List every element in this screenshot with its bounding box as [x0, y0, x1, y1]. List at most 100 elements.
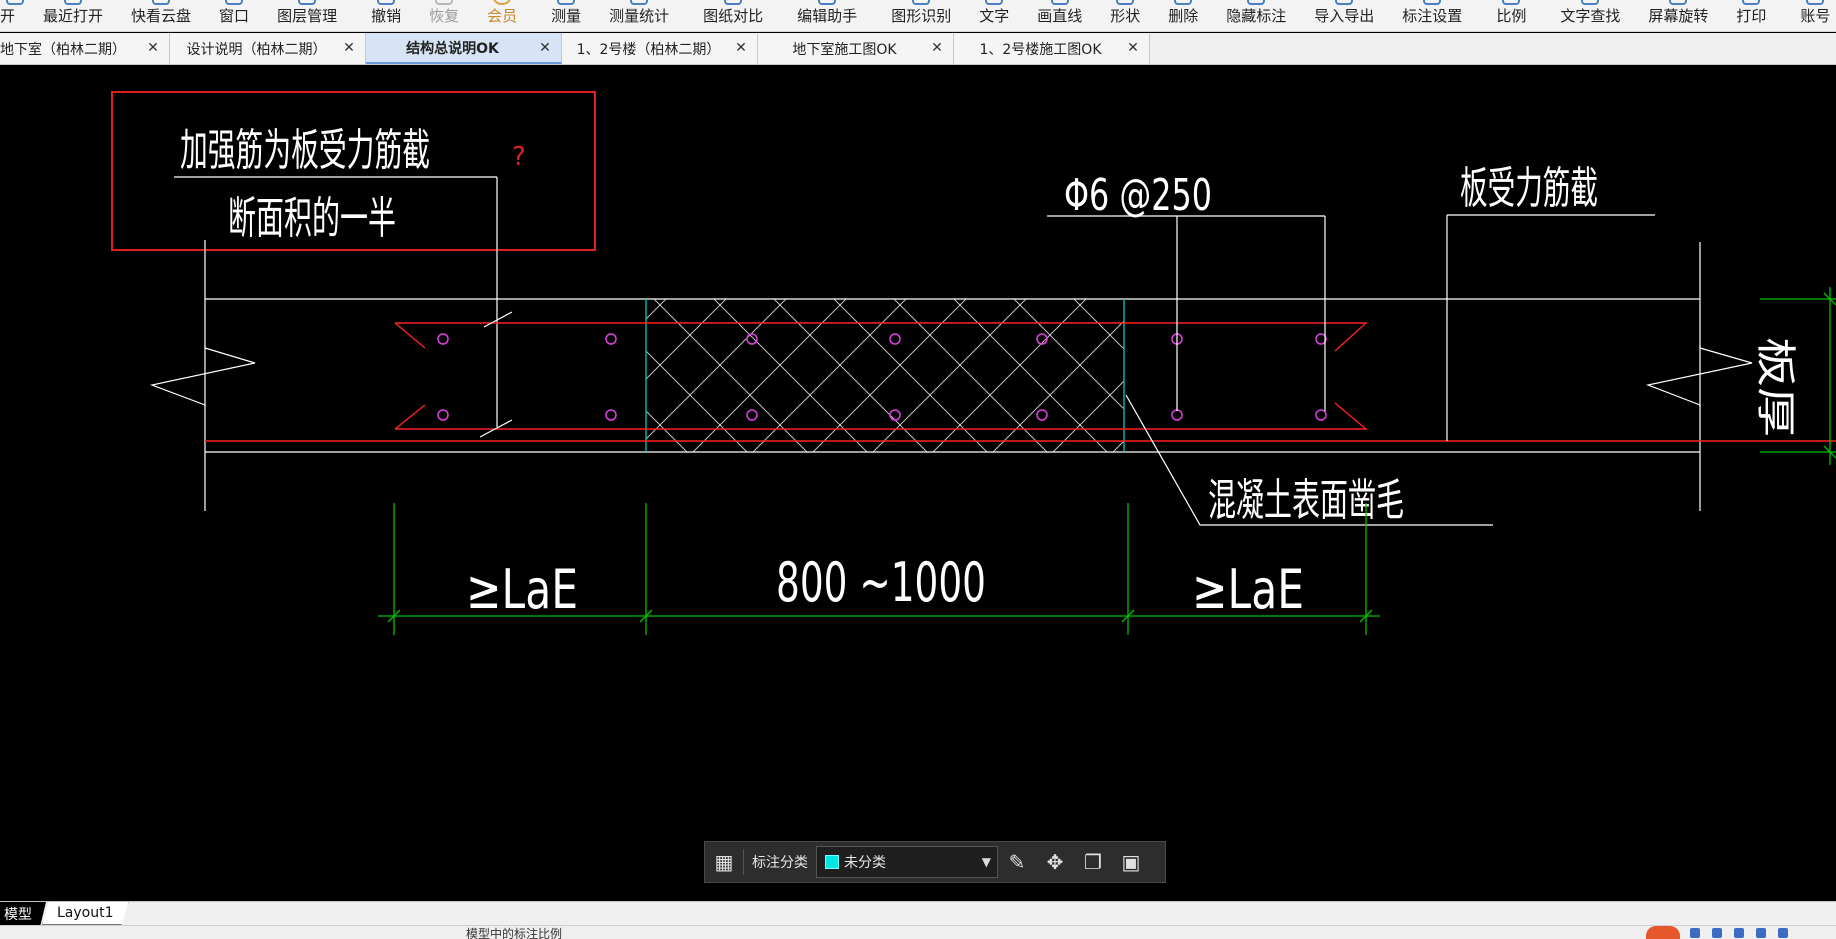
toolbar-button-label: 屏幕旋转 [1648, 7, 1709, 25]
toolbar-button-label: 窗口 [219, 7, 250, 25]
close-icon[interactable]: ✕ [1125, 40, 1141, 56]
toolbar-button-7[interactable]: 会员 [473, 0, 531, 31]
drawing-tab-bar: 地下室（柏林二期） ✕ 设计说明（柏林二期） ✕ 结构总说明OK ✕ 1、2号楼（柏林二期）… [0, 33, 1836, 65]
toolbar-button-12[interactable]: 图形识别 [877, 0, 965, 31]
drawing-tab-3[interactable]: 1、2号楼（柏林二期） ✕ [562, 33, 758, 64]
tray-icon[interactable] [1778, 928, 1788, 938]
top-bar-left-hook [394, 322, 426, 349]
toolbar-button-label: 会员 [487, 7, 518, 25]
drawing-tab-label: 1、2号楼（柏林二期） [576, 41, 721, 58]
toolbar-button-label: 画直线 [1037, 7, 1083, 25]
toolbar-icon [630, 0, 649, 5]
category-selected-value: 未分类 [844, 855, 886, 871]
annotation-category-label: 标注分类 [752, 855, 808, 871]
close-icon[interactable]: ✕ [537, 40, 553, 56]
toolbar-button-label: 最近打开 [43, 7, 104, 25]
annotation-category-select[interactable]: 未分类 ▼ [816, 846, 998, 878]
toolbar-icon [1423, 0, 1442, 5]
toolbar-button-5[interactable]: 撤销 [357, 0, 415, 31]
toolbar-button-0[interactable]: 开 [0, 0, 29, 31]
tray-icon[interactable] [1712, 928, 1722, 938]
copy-icon[interactable]: ❐ [1074, 842, 1112, 882]
tray-icon[interactable] [1690, 928, 1700, 938]
status-bar: 模型中的标注比例 [0, 925, 1836, 939]
edit-annotation-icon[interactable]: ✎ [998, 842, 1036, 882]
toolbar-button-2[interactable]: 快看云盘 [117, 0, 205, 31]
toolbar-button-15[interactable]: 形状 [1096, 0, 1154, 31]
leader-tick-top [483, 311, 513, 328]
slab-rebar-label: 板受力筋截 [1460, 163, 1598, 214]
paste-icon[interactable]: ▣ [1112, 842, 1150, 882]
toolbar-button-label: 恢复 [429, 7, 460, 25]
toolbar-button-18[interactable]: 导入导出 [1300, 0, 1388, 31]
toolbar-button-1[interactable]: 最近打开 [29, 0, 117, 31]
toolbar-button-9[interactable]: 测量统计 [595, 0, 683, 31]
toolbar-icon [5, 0, 24, 5]
drawing-tab-5[interactable]: 1、2号楼施工图OK ✕ [954, 33, 1150, 64]
category-color-swatch [825, 855, 839, 869]
drawing-tab-4[interactable]: 地下室施工图OK ✕ [758, 33, 954, 64]
toolbar-icon [1116, 0, 1135, 5]
toolbar-button-label: 撤销 [371, 7, 402, 25]
toolbar-button-23[interactable]: 打印 [1722, 0, 1780, 31]
toolbar-button-label: 图纸对比 [703, 7, 764, 25]
move-icon[interactable]: ✥ [1036, 842, 1074, 882]
drawing-svg[interactable]: 加强筋为板受力筋截 断面积的一半 ? Φ6 @250 板受力筋截 混凝土表面凿毛… [0, 65, 1836, 901]
tray-icon[interactable] [1756, 928, 1766, 938]
toolbar-button-22[interactable]: 屏幕旋转 [1634, 0, 1722, 31]
drawing-tab-2[interactable]: 结构总说明OK ✕ [366, 33, 562, 64]
toolbar-button-14[interactable]: 画直线 [1023, 0, 1096, 31]
ime-logo-icon[interactable] [1646, 926, 1680, 939]
toolbar-icon [912, 0, 931, 5]
toolbar-button-13[interactable]: 文字 [965, 0, 1023, 31]
toolbar-icon [1050, 0, 1069, 5]
close-icon[interactable]: ✕ [145, 40, 161, 56]
toolbar-button-label: 图层管理 [277, 7, 338, 25]
drawing-tab-label: 设计说明（柏林二期） [186, 41, 327, 58]
toolbar-icon [1669, 0, 1688, 5]
toolbar-button-24[interactable]: 账号 [1786, 0, 1836, 31]
toolbar-icon [435, 0, 454, 5]
grid-layout-icon[interactable]: ▦ [705, 842, 743, 882]
rebar-spec-label: Φ6 @250 [1064, 170, 1212, 221]
toolbar-button-17[interactable]: 隐藏标注 [1212, 0, 1300, 31]
rebar-dot [605, 333, 617, 345]
toolbar-button-3[interactable]: 窗口 [205, 0, 263, 31]
toolbar-icon [377, 0, 396, 5]
toolbar-button-6[interactable]: 恢复 [415, 0, 473, 31]
question-mark-annotation: ? [512, 142, 526, 172]
toolbar-button-20[interactable]: 比例 [1482, 0, 1540, 31]
toolbar-icon [225, 0, 244, 5]
layout-tab-bar: 模型 Layout1 [0, 901, 1836, 925]
drawing-tab-label: 1、2号楼施工图OK [979, 41, 1102, 58]
toolbar-button-8[interactable]: 测量 [537, 0, 595, 31]
drawing-canvas[interactable]: 加强筋为板受力筋截 断面积的一半 ? Φ6 @250 板受力筋截 混凝土表面凿毛… [0, 65, 1836, 901]
toolbar-button-4[interactable]: 图层管理 [263, 0, 351, 31]
toolbar-icon [1502, 0, 1521, 5]
toolbar-button-10[interactable]: 图纸对比 [689, 0, 777, 31]
close-icon[interactable]: ✕ [733, 40, 749, 56]
toolbar-button-label: 标注设置 [1402, 7, 1463, 25]
toolbar-button-label: 快看云盘 [131, 7, 192, 25]
toolbar-button-label: 测量统计 [609, 7, 670, 25]
cad-viewer-window: 开 最近打开 快看云盘 窗口 图层管理 撤销 恢复 会员 测量 测量统计 图纸对比 编辑助手 图形识别 文… [0, 0, 1836, 939]
rebar-dot [605, 409, 617, 421]
toolbar-button-19[interactable]: 标注设置 [1388, 0, 1476, 31]
toolbar-button-16[interactable]: 删除 [1154, 0, 1212, 31]
rebar-dot [437, 409, 449, 421]
toolbar-button-21[interactable]: 文字查找 [1546, 0, 1634, 31]
drawing-tab-0[interactable]: 地下室（柏林二期） ✕ [0, 33, 170, 64]
toolbar-icon [985, 0, 1004, 5]
toolbar-icon [152, 0, 171, 5]
drawing-tab-1[interactable]: 设计说明（柏林二期） ✕ [170, 33, 366, 64]
toolbar-button-label: 隐藏标注 [1226, 7, 1287, 25]
drawing-tab-label: 地下室施工图OK [792, 41, 897, 58]
layout-tab-0[interactable]: 模型 [0, 902, 46, 925]
toolbar-button-11[interactable]: 编辑助手 [783, 0, 871, 31]
close-icon[interactable]: ✕ [341, 40, 357, 56]
toolbar-icon [557, 0, 576, 5]
close-icon[interactable]: ✕ [929, 40, 945, 56]
layout-tab-1[interactable]: Layout1 [42, 902, 129, 925]
tray-icon[interactable] [1734, 928, 1744, 938]
left-break-symbol [149, 345, 256, 407]
